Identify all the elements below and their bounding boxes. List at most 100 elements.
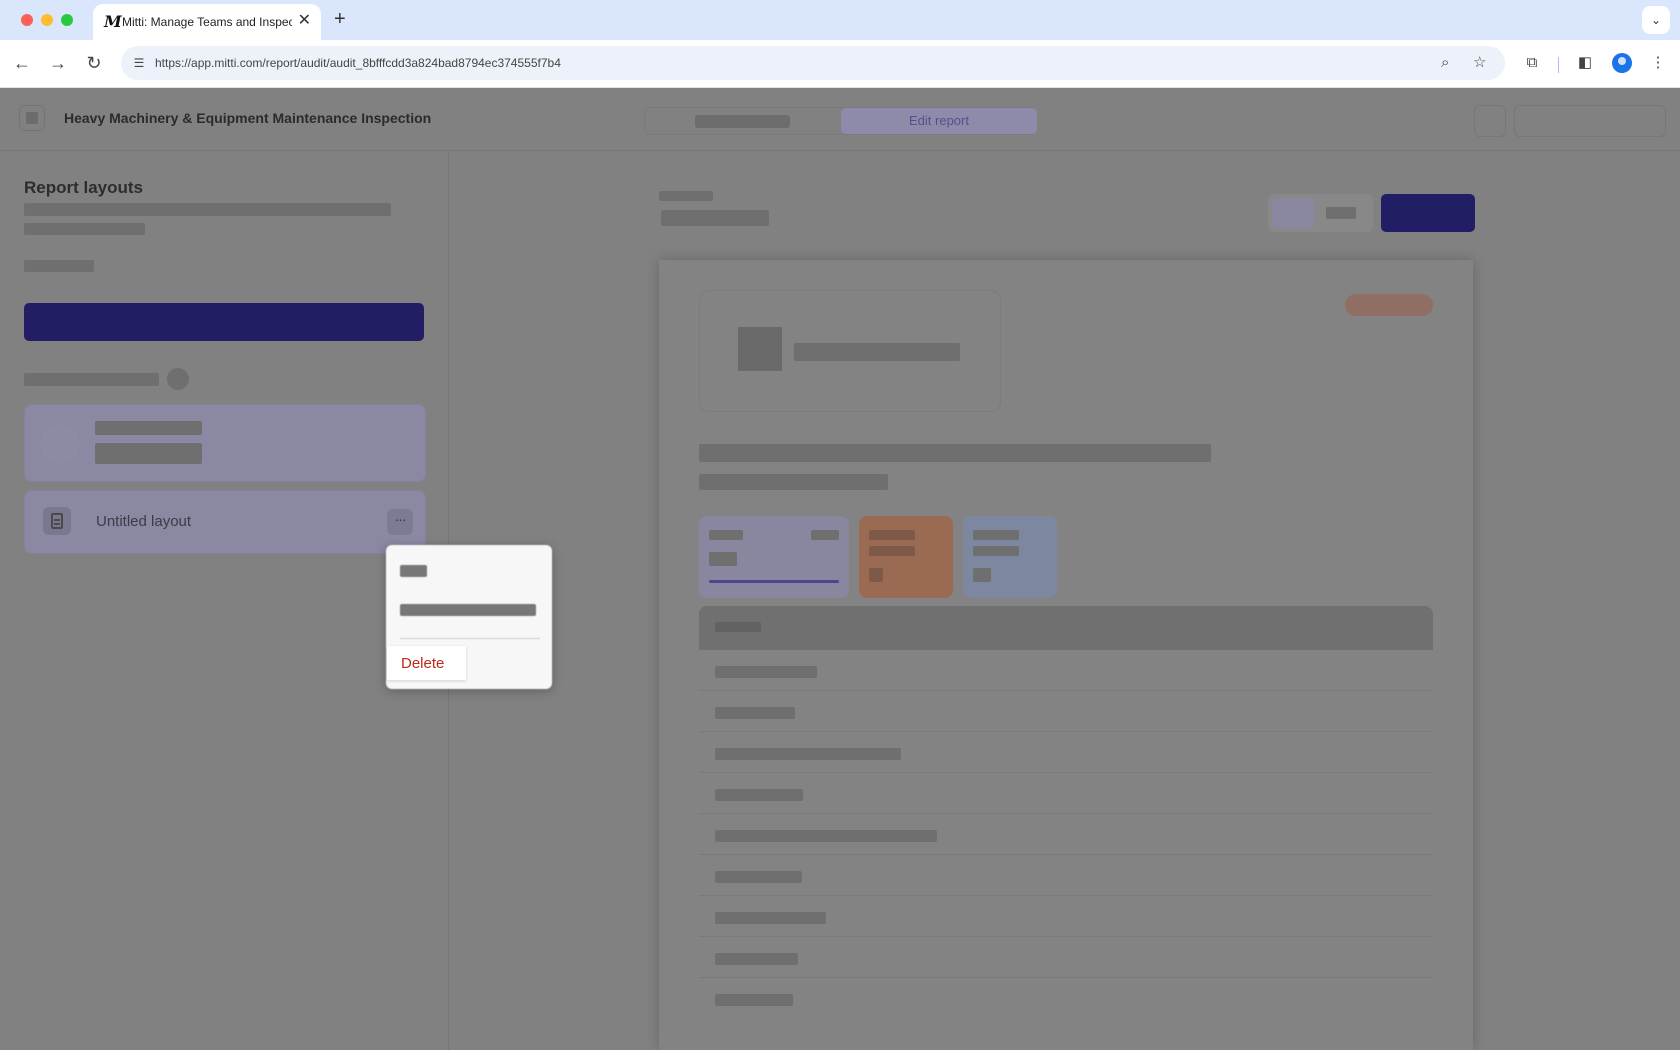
report-preview-page <box>659 260 1473 1050</box>
report-heading-placeholder <box>699 444 1211 462</box>
stat-label-placeholder <box>869 530 915 540</box>
stat-label-placeholder <box>709 530 743 540</box>
app-overlay: Heavy Machinery & Equipment Maintenance … <box>0 88 1680 1050</box>
device-toggle <box>1268 194 1373 232</box>
table-row <box>715 953 798 965</box>
create-layout-button[interactable] <box>24 303 424 341</box>
score-card <box>699 516 849 598</box>
url-text[interactable]: https://app.mitti.com/report/audit/audit… <box>155 56 561 70</box>
delete-label: Delete <box>401 655 445 672</box>
company-placeholder <box>794 343 960 361</box>
document-icon <box>43 507 71 535</box>
breadcrumb-placeholder <box>659 191 713 201</box>
status-badge <box>1345 294 1433 316</box>
tab-edit-report[interactable]: Edit report <box>841 108 1037 134</box>
table-row <box>715 707 795 719</box>
row-divider <box>699 936 1433 937</box>
preview-title-placeholder <box>661 210 769 226</box>
report-subheading-placeholder <box>699 474 888 490</box>
address-bar[interactable]: ☰ https://app.mitti.com/report/audit/aud… <box>121 46 1505 80</box>
stat-value-placeholder <box>973 568 991 582</box>
description-placeholder <box>24 203 391 216</box>
profile-icon[interactable] <box>1612 53 1632 73</box>
layout-name: Untitled layout <box>96 513 192 530</box>
menu-divider <box>400 638 540 639</box>
report-preview-area <box>449 150 1680 1050</box>
close-tab-icon[interactable]: ✕ <box>298 12 311 30</box>
row-divider <box>699 772 1433 773</box>
row-divider <box>699 731 1433 732</box>
back-icon[interactable]: ← <box>10 51 34 75</box>
link-placeholder[interactable] <box>24 260 94 272</box>
logo-image <box>738 327 782 371</box>
section-label-placeholder <box>24 373 159 386</box>
app-header: Heavy Machinery & Equipment Maintenance … <box>0 88 1680 151</box>
row-divider <box>699 690 1433 691</box>
table-row <box>715 830 937 842</box>
window-maximize-button[interactable] <box>61 14 73 26</box>
menu-icon[interactable]: ⋮ <box>1647 53 1669 73</box>
header-icon-button[interactable] <box>1474 105 1506 137</box>
row-divider <box>699 895 1433 896</box>
report-layouts-sidebar: Report layouts Untitled layout ··· <box>0 150 449 1050</box>
stat-label-placeholder <box>973 546 1019 556</box>
row-divider <box>699 854 1433 855</box>
stat-label-placeholder <box>973 530 1019 540</box>
stat-value-placeholder <box>869 568 883 582</box>
browser-tab-bar: M Mitti: Manage Teams and Inspect... ✕ +… <box>0 0 1680 40</box>
browser-toolbar: ← → ↻ ☰ https://app.mitti.com/report/aud… <box>0 40 1680 88</box>
save-layout-button[interactable] <box>1381 194 1475 232</box>
delete-menu-item[interactable]: Delete <box>387 646 466 680</box>
info-icon[interactable] <box>167 368 189 390</box>
device-option[interactable] <box>1272 198 1314 228</box>
actions-card <box>963 516 1057 598</box>
table-row <box>715 871 802 883</box>
row-divider <box>699 813 1433 814</box>
view-switcher: Edit report <box>644 107 1037 135</box>
table-row <box>715 994 793 1006</box>
sidebar-toggle-icon[interactable] <box>19 105 45 131</box>
table-header <box>699 606 1433 650</box>
browser-tab[interactable]: M Mitti: Manage Teams and Inspect... ✕ <box>93 4 321 40</box>
report-logo-card[interactable] <box>699 290 1001 412</box>
progress-bar <box>709 580 839 583</box>
window-close-button[interactable] <box>21 14 33 26</box>
layout-name-placeholder <box>95 421 202 435</box>
menu-item-placeholder[interactable] <box>400 565 427 577</box>
stat-label-placeholder <box>869 546 915 556</box>
table-row <box>715 748 901 760</box>
menu-item-placeholder[interactable] <box>400 604 536 616</box>
stat-value-placeholder <box>709 552 737 566</box>
table-row <box>715 912 826 924</box>
forward-icon[interactable]: → <box>46 51 70 75</box>
flagged-card <box>859 516 953 598</box>
window-minimize-button[interactable] <box>41 14 53 26</box>
row-divider <box>699 977 1433 978</box>
site-settings-icon[interactable]: ☰ <box>129 53 149 73</box>
new-tab-icon[interactable]: + <box>334 8 346 30</box>
toolbar-divider <box>1558 57 1559 73</box>
tab-search-icon[interactable]: ⌄ <box>1642 6 1670 34</box>
mitti-logo-icon: M <box>104 12 122 31</box>
side-panel-icon[interactable]: ◧ <box>1574 53 1596 73</box>
page-title: Heavy Machinery & Equipment Maintenance … <box>64 110 432 126</box>
description-placeholder <box>24 223 145 235</box>
layout-icon <box>39 423 81 465</box>
bookmark-star-icon[interactable]: ☆ <box>1473 54 1486 72</box>
reload-icon[interactable]: ↻ <box>82 51 106 75</box>
view-tab-placeholder[interactable] <box>695 115 790 128</box>
more-options-icon[interactable]: ··· <box>387 509 413 535</box>
layout-card-default[interactable] <box>24 404 426 482</box>
stat-label-placeholder <box>811 530 839 540</box>
table-row <box>715 666 817 678</box>
column-header-placeholder <box>715 622 761 632</box>
layout-card-untitled[interactable]: Untitled layout ··· <box>24 490 426 554</box>
table-row <box>715 789 803 801</box>
layout-meta-placeholder <box>95 443 202 464</box>
tab-title: Mitti: Manage Teams and Inspect... <box>122 15 292 29</box>
header-action-button[interactable] <box>1514 105 1666 137</box>
extensions-icon[interactable]: ⧉ <box>1521 53 1543 73</box>
zoom-icon[interactable]: ⌕ <box>1441 54 1449 72</box>
device-option[interactable] <box>1326 207 1356 219</box>
sidebar-title: Report layouts <box>24 178 144 197</box>
